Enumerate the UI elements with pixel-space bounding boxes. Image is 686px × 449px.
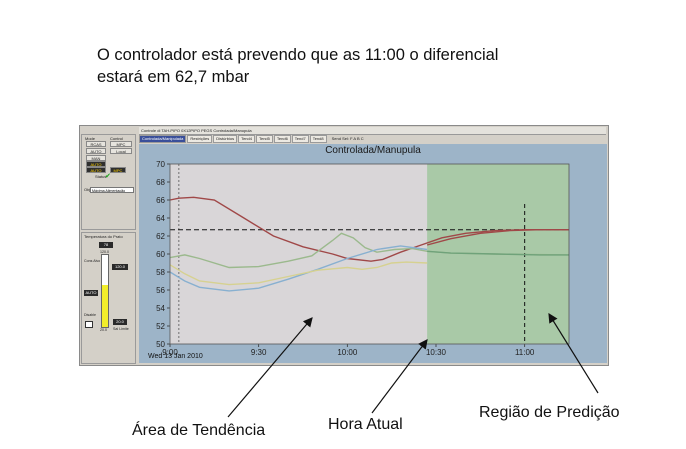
chart-date: Wed 13 Jan 2010 [148,353,203,360]
bottom-scale-label: 20.0 [100,328,107,332]
trend-area-label: Área de Tendência [132,422,266,439]
tab-restricoes[interactable]: Restrições [187,135,213,143]
x-tick-label: 11:00 [515,348,535,357]
temperature-faceplate: Temperatura do Prato 78 120.0 Cons Alvo … [81,232,136,364]
level-bar-fill [102,285,108,327]
level-bar [101,254,109,328]
tab-tend4[interactable]: Tend4 [238,135,255,143]
x-tick-label: 9:30 [251,348,267,357]
tab-tend7[interactable]: Tend7 [291,135,309,143]
mode-control-panel: Mode Control RCAS AUTO MAN AUTO AUTO MPC… [81,134,136,230]
y-tick-label: 66 [156,196,165,205]
trend-chart: Controlada/Manupula 50 52 54 56 58 60 62 64 66 68… [139,144,607,363]
heading-line-1: O controlador está prevendo que as 11:00… [97,46,499,64]
send-select-options[interactable]: Send Sel: F A B C [332,135,364,143]
cons-value[interactable]: 120.0 [112,264,128,270]
mode-value: AUTO [84,290,98,296]
tab-tend6[interactable]: Tend6 [273,135,291,143]
mpc-button[interactable]: MPC [110,141,132,147]
local-button[interactable]: Local [110,148,132,154]
tab-tend5[interactable]: Tend5 [255,135,273,143]
y-tick-label: 54 [156,304,165,313]
tab-bar: Controlada/Manipulada Restrições Distúrb… [139,135,606,143]
y-tick-label: 60 [156,250,165,259]
y-tick-label: 70 [156,160,165,169]
heading-line-2: estará em 62,7 mbar [97,68,250,86]
x-tick-label: 10:30 [426,348,447,357]
rcas-button[interactable]: RCAS [86,141,106,147]
check-icon: ✔ [105,173,111,180]
objective-select[interactable]: Máxima Alimentação [90,187,134,193]
application-screenshot: Controle di TAH-PIPO 0X12PIPO PEGS Contr… [79,125,609,366]
tab-tend8[interactable]: Tend8 [309,135,327,143]
y-tick-label: 56 [156,286,165,295]
chart-svg: 50525456586062646668709:00 9:30 10:00 10:30… [156,160,570,357]
window-title: Controle di TAH-PIPO 0X12PIPO PEGS Contr… [139,127,606,135]
auto-indicator-2: AUTO [86,167,106,173]
tab-disturbios[interactable]: Distúrbios [213,135,238,143]
bottom-value[interactable]: 20.0 [113,319,127,325]
cons-label: Cons Alvo [84,259,101,263]
faceplate-icon[interactable] [85,321,93,328]
y-tick-label: 64 [156,214,165,223]
y-tick-label: 52 [156,322,165,331]
current-time-label: Hora Atual [328,416,403,433]
disable-label: Disable [84,313,96,317]
prediction-region-label: Região de Predição [479,404,620,421]
y-tick-label: 68 [156,178,165,187]
pv-value: 78 [99,242,113,248]
x-tick-label: 10:00 [337,348,358,357]
mpc-indicator: MPC [110,167,126,173]
auto-button[interactable]: AUTO [86,148,106,154]
y-tick-label: 58 [156,268,165,277]
tab-controlada-manipulada[interactable]: Controlada/Manipulada [139,135,187,143]
faceplate-title: Temperatura do Prato [84,234,123,239]
bottom-label: Sai Limite [113,327,129,331]
y-tick-label: 62 [156,232,165,241]
heading: O controlador está prevendo que as 11:00… [97,44,657,88]
